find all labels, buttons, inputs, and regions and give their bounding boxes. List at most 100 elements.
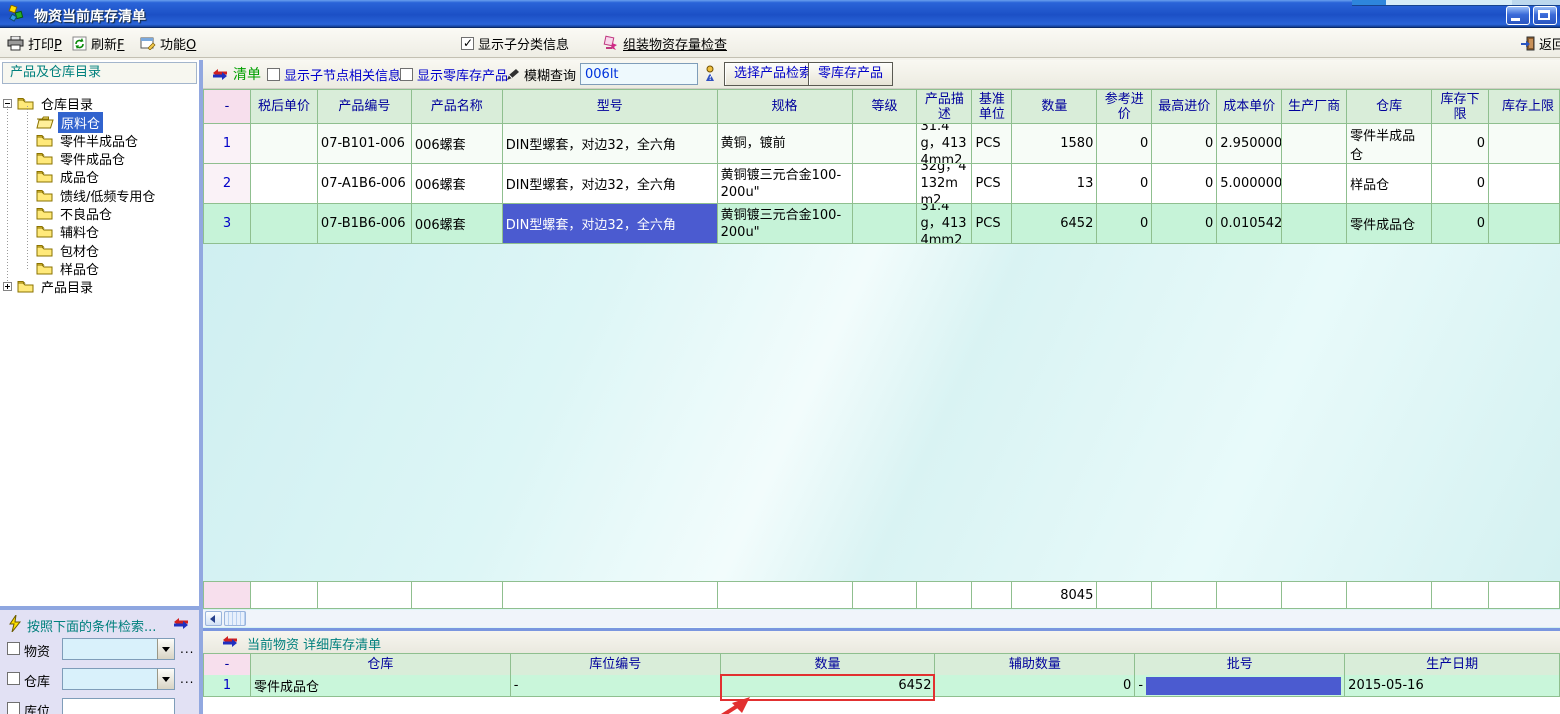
table-cell[interactable] (1282, 204, 1347, 243)
tree-root-warehouse-catalog[interactable]: 仓库目录 (3, 94, 96, 112)
table-cell[interactable] (251, 164, 318, 203)
tree-item-4[interactable]: 成品仓 (36, 168, 102, 186)
table-cell[interactable] (1282, 124, 1347, 163)
helper-person-icon[interactable]: ? (704, 65, 717, 83)
tree-item-6[interactable]: 不良品仓 (36, 205, 115, 223)
material-more-button[interactable]: ... (180, 642, 194, 656)
table-cell[interactable]: 006螺套 (412, 164, 503, 203)
table-cell[interactable]: 006螺套 (412, 204, 503, 243)
table-cell[interactable] (1282, 164, 1347, 203)
table-cell[interactable] (251, 124, 318, 163)
table-cell[interactable]: 2 (204, 164, 251, 203)
table-row[interactable]: 3 07-B1B6-006006螺套DIN型螺套，对边32，全六角黄铜镀三元合金1… (204, 204, 1560, 244)
bin-checkbox[interactable] (7, 702, 20, 714)
table-cell[interactable]: 07-B1B6-006 (318, 204, 412, 243)
table-cell[interactable]: 0 (1432, 204, 1489, 243)
table-cell[interactable]: 0 (1097, 204, 1152, 243)
material-checkbox[interactable] (7, 642, 20, 655)
tree-item-1[interactable]: 原料仓 (36, 113, 103, 131)
table-row[interactable]: 2 07-A1B6-006006螺套DIN型螺套，对边32，全六角黄铜镀三元合金1… (204, 164, 1560, 204)
sync-arrows-icon[interactable] (221, 635, 239, 648)
horizontal-scrollbar[interactable] (203, 610, 1560, 627)
table-cell[interactable]: PCS (972, 204, 1012, 243)
zero-stock-products-button[interactable]: 零库存产品 (808, 62, 893, 86)
table-cell[interactable]: 32g，4132mm2 (917, 164, 972, 203)
table-cell[interactable]: 黄铜镀三元合金100-200u" (718, 164, 853, 203)
tree-root-product-catalog[interactable]: 产品目录 (3, 278, 96, 296)
tree-item-5[interactable]: 馈线/低频专用仓 (36, 186, 158, 204)
chevron-down-icon[interactable] (157, 669, 174, 689)
batch-cell[interactable]: - (1135, 675, 1345, 696)
sync-arrows-icon[interactable] (172, 617, 190, 630)
minimize-button[interactable] (1506, 6, 1530, 25)
scroll-left-arrow[interactable] (205, 611, 222, 626)
detail-cell[interactable]: 2015-05-16 (1345, 675, 1560, 696)
table-cell[interactable] (1489, 124, 1560, 163)
table-cell[interactable]: 0 (1152, 204, 1217, 243)
table-cell[interactable]: DIN型螺套，对边32，全六角 (503, 164, 718, 203)
table-cell[interactable]: 6452 (1012, 204, 1097, 243)
warehouse-combobox[interactable] (62, 668, 175, 690)
back-button[interactable]: 返回 (1521, 33, 1560, 53)
scrollbar-thumb[interactable] (224, 611, 246, 626)
tree-item-8[interactable]: 包材仓 (36, 241, 102, 259)
table-cell[interactable]: 3 (204, 204, 251, 243)
show-subcategory-checkbox[interactable]: 显示子分类信息 (461, 33, 569, 53)
bin-input[interactable] (62, 698, 175, 714)
table-cell[interactable]: 0 (1097, 124, 1152, 163)
table-cell[interactable] (251, 204, 318, 243)
table-cell[interactable]: 黄铜镀三元合金100-200u" (718, 204, 853, 243)
show-zero-stock-checkbox[interactable]: 显示零库存产品 (400, 64, 508, 84)
table-cell[interactable]: 黄铜，镀前 (718, 124, 853, 163)
refresh-button[interactable]: 刷新F (72, 33, 125, 53)
detail-cell[interactable]: 零件成品仓 (251, 675, 511, 696)
tree-item-7[interactable]: 辅料仓 (36, 223, 102, 241)
show-child-nodes-checkbox[interactable]: 显示子节点相关信息 (267, 64, 401, 84)
table-cell[interactable]: DIN型螺套，对边32，全六角 (503, 124, 718, 163)
table-cell[interactable] (1489, 164, 1560, 203)
table-cell[interactable]: 006螺套 (412, 124, 503, 163)
table-cell[interactable] (853, 164, 918, 203)
warehouse-checkbox[interactable] (7, 672, 20, 685)
table-cell[interactable]: 零件成品仓 (1347, 204, 1432, 243)
table-cell[interactable]: 样品仓 (1347, 164, 1432, 203)
table-cell[interactable]: 13 (1012, 164, 1097, 203)
table-cell[interactable]: 1580 (1012, 124, 1097, 163)
table-cell[interactable] (853, 204, 918, 243)
functions-button[interactable]: 功能O (140, 33, 196, 53)
material-combobox[interactable] (62, 638, 175, 660)
table-cell[interactable]: PCS (972, 124, 1012, 163)
table-cell[interactable]: 0 (1432, 124, 1489, 163)
fuzzy-query-input[interactable] (580, 63, 698, 85)
assembly-check-button[interactable]: 组装物资存量检查 (603, 33, 727, 53)
table-row[interactable]: 1 07-B101-006006螺套DIN型螺套，对边32，全六角黄铜，镀前 31.… (204, 124, 1560, 164)
table-cell[interactable]: 31.4g，4134mm2 (917, 124, 972, 163)
table-cell[interactable]: 2.950000 (1217, 124, 1282, 163)
tree-item-9[interactable]: 样品仓 (36, 259, 102, 277)
list-refresh-button[interactable]: 清单 (211, 64, 261, 84)
table-cell[interactable]: 0.010542 (1217, 204, 1282, 243)
table-cell[interactable]: 07-B101-006 (318, 124, 412, 163)
tree-item-3[interactable]: 零件成品仓 (36, 150, 128, 168)
tree-item-2[interactable]: 零件半成品仓 (36, 131, 141, 149)
warehouse-more-button[interactable]: ... (180, 672, 194, 686)
expand-plus-icon[interactable] (3, 282, 12, 291)
table-cell[interactable]: 31.4g，4134mm2 (917, 204, 972, 243)
maximize-button[interactable] (1533, 6, 1557, 25)
detail-cell[interactable]: 0 (935, 675, 1135, 696)
table-cell[interactable]: DIN型螺套，对边32，全六角 (503, 204, 718, 243)
table-cell[interactable] (853, 124, 918, 163)
table-cell[interactable]: 0 (1432, 164, 1489, 203)
table-cell[interactable]: 5.000000 (1217, 164, 1282, 203)
table-cell[interactable]: PCS (972, 164, 1012, 203)
table-cell[interactable]: 07-A1B6-006 (318, 164, 412, 203)
chevron-down-icon[interactable] (157, 639, 174, 659)
print-button[interactable]: 打印P (7, 33, 62, 53)
table-cell[interactable]: 1 (204, 124, 251, 163)
table-cell[interactable]: 0 (1152, 124, 1217, 163)
table-cell[interactable] (1489, 204, 1560, 243)
table-cell[interactable]: 零件半成品仓 (1347, 124, 1432, 163)
detail-cell[interactable]: 1 (204, 675, 251, 696)
table-cell[interactable]: 0 (1152, 164, 1217, 203)
table-cell[interactable]: 0 (1097, 164, 1152, 203)
